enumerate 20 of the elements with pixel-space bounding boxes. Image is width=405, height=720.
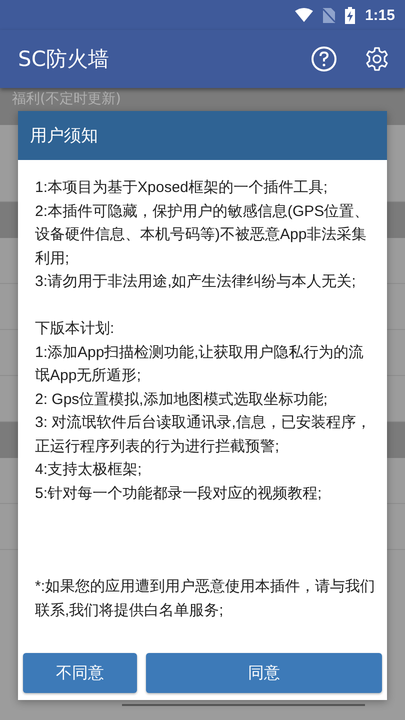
battery-charging-icon <box>344 6 355 24</box>
notice-text: 1:本项目为基于Xposed框架的一个插件工具; <box>35 178 329 198</box>
app-title: SC防火墙 <box>18 46 110 73</box>
no-sim-icon <box>322 8 335 22</box>
plan-text: 5:针对每一个功能都录一段对应的视频教程; <box>35 484 323 504</box>
notice-text: 2:本插件可隐藏，保护用户的敏感信息(GPS位置、设备硬件信息、本机号码等)不被恶意App非法采集利用; <box>35 202 370 268</box>
notice-text: 3:请勿用于非法用途,如产生法律纠纷与本人无关; <box>35 272 357 292</box>
plan-text: 2: Gps位置模拟,添加地图模式选取坐标功能; <box>35 390 329 410</box>
plan-text: 4:支持太极框架; <box>35 460 143 480</box>
wifi-icon <box>294 8 313 22</box>
plan-text: 3: 对流氓软件后台读取通讯录,信息，已安装程序，正运行程序列表的行为进行拦截预警; <box>35 413 372 456</box>
plan-heading: 下版本计划: <box>35 319 116 339</box>
footnote-text: *:如果您的应用遭到用户恶意使用本插件，请与我们联系,我们将提供白名单服务; <box>35 577 376 620</box>
dialog-title: 用户须知 <box>30 125 98 147</box>
plan-text: 1:添加App扫描检测功能,让获取用户隐私行为的流氓App无所遁形; <box>35 342 364 386</box>
agree-button[interactable]: 同意 <box>146 653 382 693</box>
status-time: 1:15 <box>364 6 395 24</box>
settings-icon[interactable] <box>365 47 389 71</box>
disagree-button[interactable]: 不同意 <box>23 653 137 693</box>
help-icon[interactable] <box>311 46 337 72</box>
